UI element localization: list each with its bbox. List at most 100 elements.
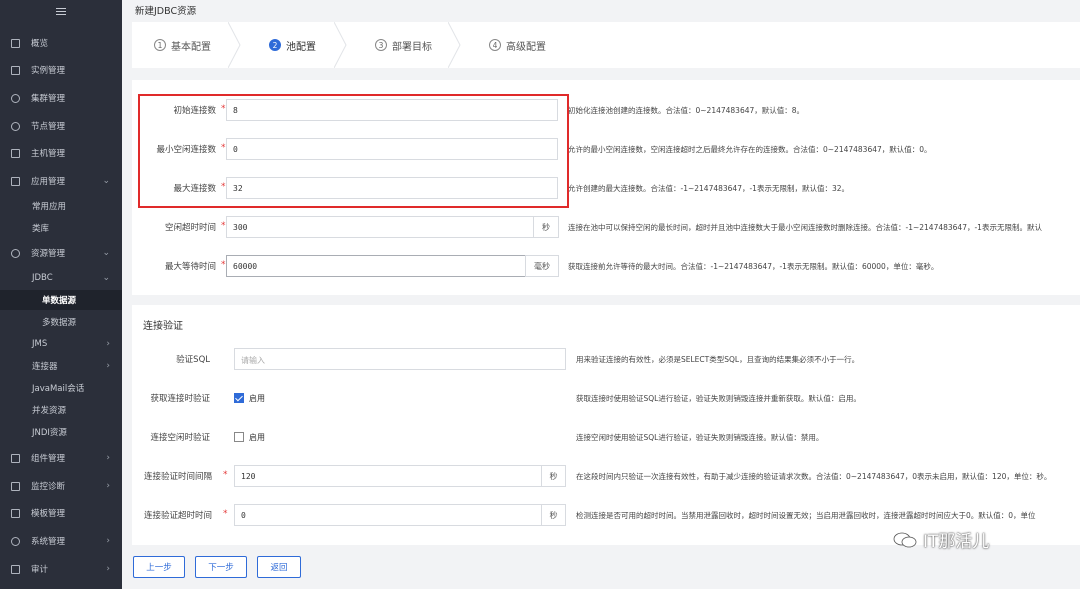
sidebar-item-multi-datasource[interactable]: 多数据源: [0, 312, 122, 332]
field-label: 空闲超时时间: [164, 223, 216, 233]
component-icon: [11, 453, 20, 463]
unit-suffix: 秒: [541, 465, 566, 487]
menu-toggle-icon[interactable]: [0, 0, 122, 22]
field-description: 允许的最小空闲连接数，空闲连接超时之后最终允许存在的连接数。合法值：0~2147…: [568, 145, 932, 154]
validation-timeout-row: 连接验证超时时间 * 0 秒 检测连接是否可用的超时时间。当禁用泄露回收时，超时…: [132, 504, 1080, 526]
required-mark: *: [223, 470, 228, 480]
sidebar-item-jdbc[interactable]: JDBC ⌄: [0, 268, 122, 288]
unit-suffix: 秒: [533, 216, 559, 238]
sidebar-item-single-datasource[interactable]: 单数据源: [0, 290, 122, 310]
max-wait-row: 最大等待时间 * 60000 毫秒 获取连接前允许等待的最大时间。合法值：-1~…: [132, 255, 1080, 277]
step-advanced[interactable]: 4 高级配置: [489, 22, 546, 68]
sidebar-item-clusters[interactable]: 集群管理: [0, 88, 122, 108]
next-step-button[interactable]: 下一步: [195, 556, 247, 578]
validate-on-get-checkbox[interactable]: [234, 393, 244, 403]
step-separator-icon: [448, 22, 461, 68]
sidebar-item-overview[interactable]: 概览: [0, 33, 122, 53]
field-label: 连接验证超时时间: [143, 511, 212, 521]
validation-sql-input[interactable]: 请输入: [234, 348, 566, 370]
field-description: 连接空闲时使用验证SQL进行验证，验证失败则销毁连接。默认值：禁用。: [576, 433, 824, 442]
idle-timeout-row: 空闲超时时间 * 300 秒 连接在池中可以保持空闲的最长时间，超时并且池中连接…: [132, 216, 1080, 238]
main-content: 新建JDBC资源 1 基本配置 2 池配置 3 部署目标 4 高级配置 初始连接数 * …: [122, 0, 1080, 589]
app-icon: [11, 176, 20, 186]
validate-on-idle-checkbox[interactable]: [234, 432, 244, 442]
chevron-right-icon: ›: [106, 453, 110, 463]
sidebar-item-connectors[interactable]: 连接器 ›: [0, 356, 122, 376]
instance-icon: [11, 65, 20, 75]
step-wizard: 1 基本配置 2 池配置 3 部署目标 4 高级配置: [132, 22, 1080, 68]
sidebar-item-jndi[interactable]: JNDI资源: [0, 422, 122, 442]
section-title: 连接验证: [143, 321, 183, 332]
field-description: 在这段时间内只验证一次连接有效性，有助于减少连接的验证请求次数。合法值：0~21…: [576, 472, 1052, 481]
step-separator-icon: [334, 22, 347, 68]
validate-on-get-row: 获取连接时验证 启用 获取连接时使用验证SQL进行验证，验证失败则销毁连接并重新…: [132, 387, 1080, 409]
watermark: IT那活儿: [893, 527, 989, 552]
sidebar-item-components[interactable]: 组件管理 ›: [0, 448, 122, 468]
host-icon: [11, 148, 20, 158]
chevron-right-icon: ›: [106, 361, 110, 371]
sidebar-item-audit[interactable]: 审计 ›: [0, 559, 122, 579]
validate-on-idle-row: 连接空闲时验证 启用 连接空闲时使用验证SQL进行验证，验证失败则销毁连接。默认…: [132, 426, 1080, 448]
sidebar-item-monitor[interactable]: 监控诊断 ›: [0, 476, 122, 496]
sidebar-item-concurrency[interactable]: 并发资源: [0, 400, 122, 420]
sidebar-item-templates[interactable]: 模板管理: [0, 503, 122, 523]
sidebar-item-instances[interactable]: 实例管理: [0, 60, 122, 80]
chevron-down-icon: ⌄: [102, 273, 110, 283]
field-description: 连接在池中可以保持空闲的最长时间，超时并且池中连接数大于最小空闲连接数时删除连接…: [568, 223, 1042, 232]
prev-step-button[interactable]: 上一步: [133, 556, 185, 578]
validation-interval-row: 连接验证时间间隔 * 120 秒 在这段时间内只验证一次连接有效性，有助于减少连…: [132, 465, 1080, 487]
template-icon: [11, 508, 20, 518]
monitor-icon: [11, 481, 20, 491]
idle-timeout-input[interactable]: 300: [226, 216, 534, 238]
sidebar-item-jms[interactable]: JMS ›: [0, 334, 122, 354]
node-icon: [11, 121, 20, 131]
sidebar-item-javamail[interactable]: JavaMail会话: [0, 378, 122, 398]
field-description: 检测连接是否可用的超时时间。当禁用泄露回收时，超时时间设置无效；当启用泄露回收时…: [576, 511, 1036, 520]
chevron-down-icon: ⌄: [102, 248, 110, 258]
chevron-right-icon: ›: [106, 564, 110, 574]
sidebar: 概览 实例管理 集群管理 节点管理 主机管理 应用管理 ⌄ 常用应用 类库 资源管…: [0, 0, 122, 589]
checkbox-label: 启用: [249, 433, 265, 442]
sidebar-item-resources[interactable]: 资源管理 ⌄: [0, 243, 122, 263]
chevron-right-icon: ›: [106, 481, 110, 491]
chevron-right-icon: ›: [106, 536, 110, 546]
step-basic[interactable]: 1 基本配置: [154, 22, 211, 68]
back-button[interactable]: 返回: [257, 556, 301, 578]
unit-suffix: 秒: [541, 504, 566, 526]
field-description: 初始化连接池创建的连接数。合法值：0~2147483647，默认值：8。: [568, 106, 805, 115]
validation-card: 连接验证 验证SQL 请输入 用来验证连接的有效性，必须是SELECT类型SQL…: [132, 305, 1080, 545]
required-mark: *: [223, 509, 228, 519]
field-label: 连接验证时间间隔: [143, 472, 212, 482]
field-label: 最大等待时间: [164, 262, 216, 272]
validation-sql-row: 验证SQL 请输入 用来验证连接的有效性，必须是SELECT类型SQL，且查询的…: [132, 348, 1080, 370]
step-pool[interactable]: 2 池配置: [269, 22, 316, 68]
sidebar-item-system[interactable]: 系统管理 ›: [0, 531, 122, 551]
sidebar-item-common-apps[interactable]: 常用应用: [0, 196, 122, 216]
system-icon: [11, 536, 20, 546]
cluster-icon: [11, 93, 20, 103]
sidebar-item-nodes[interactable]: 节点管理: [0, 116, 122, 136]
audit-icon: [11, 564, 20, 574]
field-label: 获取连接时验证: [150, 394, 210, 404]
required-mark: *: [221, 260, 226, 270]
sidebar-item-libraries[interactable]: 类库: [0, 218, 122, 238]
validation-interval-input[interactable]: 120: [234, 465, 542, 487]
unit-suffix: 毫秒: [525, 255, 559, 277]
checkbox-label: 启用: [249, 394, 265, 403]
step-deploy-target[interactable]: 3 部署目标: [375, 22, 432, 68]
resource-icon: [11, 248, 20, 258]
chevron-down-icon: ⌄: [102, 176, 110, 186]
step-separator-icon: [228, 22, 241, 68]
page-title: 新建JDBC资源: [135, 6, 197, 17]
required-mark: *: [221, 221, 226, 231]
grid-icon: [11, 38, 20, 48]
sidebar-item-apps[interactable]: 应用管理 ⌄: [0, 171, 122, 191]
watermark-text: IT那活儿: [923, 532, 990, 552]
max-wait-input[interactable]: 60000: [226, 255, 526, 277]
field-description: 获取连接时使用验证SQL进行验证，验证失败则销毁连接并重新获取。默认值：启用。: [576, 394, 861, 403]
validation-timeout-input[interactable]: 0: [234, 504, 542, 526]
chevron-right-icon: ›: [106, 339, 110, 349]
field-description: 获取连接前允许等待的最大时间。合法值：-1~2147483647，-1表示无限制…: [568, 262, 939, 271]
sidebar-item-hosts[interactable]: 主机管理: [0, 143, 122, 163]
field-label: 连接空闲时验证: [150, 433, 210, 443]
